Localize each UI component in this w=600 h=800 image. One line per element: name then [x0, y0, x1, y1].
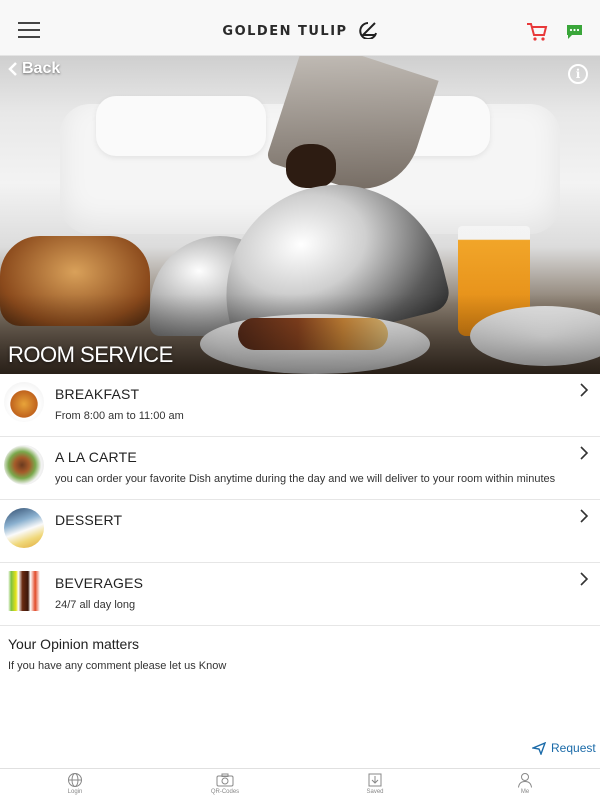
- hero-image: [0, 56, 600, 374]
- back-label: Back: [22, 60, 61, 77]
- person-icon: [518, 773, 532, 788]
- tab-label: Login: [67, 789, 83, 795]
- tab-label: Me: [520, 789, 530, 795]
- info-icon[interactable]: i: [568, 64, 588, 84]
- beverages-thumbnail: [4, 571, 44, 611]
- bottom-tab-bar: Login QR-Codes Saved Me: [0, 768, 600, 800]
- menu-item-breakfast[interactable]: BREAKFAST From 8:00 am to 11:00 am: [0, 374, 600, 437]
- chat-icon[interactable]: [566, 24, 583, 40]
- tab-qr-codes[interactable]: QR-Codes: [150, 769, 300, 800]
- request-button[interactable]: Request: [532, 741, 596, 755]
- opinion-subtitle: If you have any comment please let us Kn…: [8, 660, 227, 672]
- tab-label: Saved: [366, 789, 384, 795]
- top-bar: GOLDEN TULIP: [0, 0, 600, 56]
- send-icon: [532, 741, 546, 755]
- brand: GOLDEN TULIP: [0, 21, 600, 39]
- tab-saved[interactable]: Saved: [300, 769, 450, 800]
- room-service-menu-list: BREAKFAST From 8:00 am to 11:00 am A LA …: [0, 374, 600, 626]
- menu-item-subtitle: you can order your favorite Dish anytime…: [55, 473, 556, 485]
- brand-name: GOLDEN TULIP: [222, 24, 348, 39]
- menu-item-dessert[interactable]: DESSERT: [0, 500, 600, 563]
- menu-item-a-la-carte[interactable]: A LA CARTE you can order your favorite D…: [0, 437, 600, 500]
- menu-item-beverages[interactable]: BEVERAGES 24/7 all day long: [0, 563, 600, 626]
- tab-label: QR-Codes: [210, 789, 240, 795]
- globe-icon: [68, 773, 82, 787]
- menu-item-title: A LA CARTE: [55, 449, 137, 465]
- chevron-right-icon: [580, 509, 589, 523]
- back-button[interactable]: Back: [8, 58, 60, 80]
- download-icon: [368, 773, 382, 787]
- dessert-thumbnail: [4, 508, 44, 548]
- opinion-title: Your Opinion matters: [8, 636, 139, 652]
- camera-icon: [216, 773, 234, 787]
- a-la-carte-thumbnail: [4, 445, 44, 485]
- tab-login[interactable]: Login: [0, 769, 150, 800]
- request-label: Request: [551, 741, 596, 755]
- menu-item-title: BREAKFAST: [55, 386, 140, 402]
- chevron-right-icon: [580, 572, 589, 586]
- menu-item-subtitle: From 8:00 am to 11:00 am: [55, 410, 184, 422]
- menu-item-title: BEVERAGES: [55, 575, 144, 591]
- tab-me[interactable]: Me: [450, 769, 600, 800]
- shopping-cart-icon[interactable]: [526, 22, 548, 42]
- tulip-logo-icon: [358, 21, 377, 39]
- menu-item-title: DESSERT: [55, 512, 123, 528]
- page-title: ROOM SERVICE: [8, 342, 173, 367]
- menu-item-subtitle: 24/7 all day long: [55, 599, 136, 611]
- chevron-left-icon: [8, 62, 17, 76]
- chevron-right-icon: [580, 383, 589, 397]
- breakfast-thumbnail: [4, 382, 44, 422]
- chevron-right-icon: [580, 446, 589, 460]
